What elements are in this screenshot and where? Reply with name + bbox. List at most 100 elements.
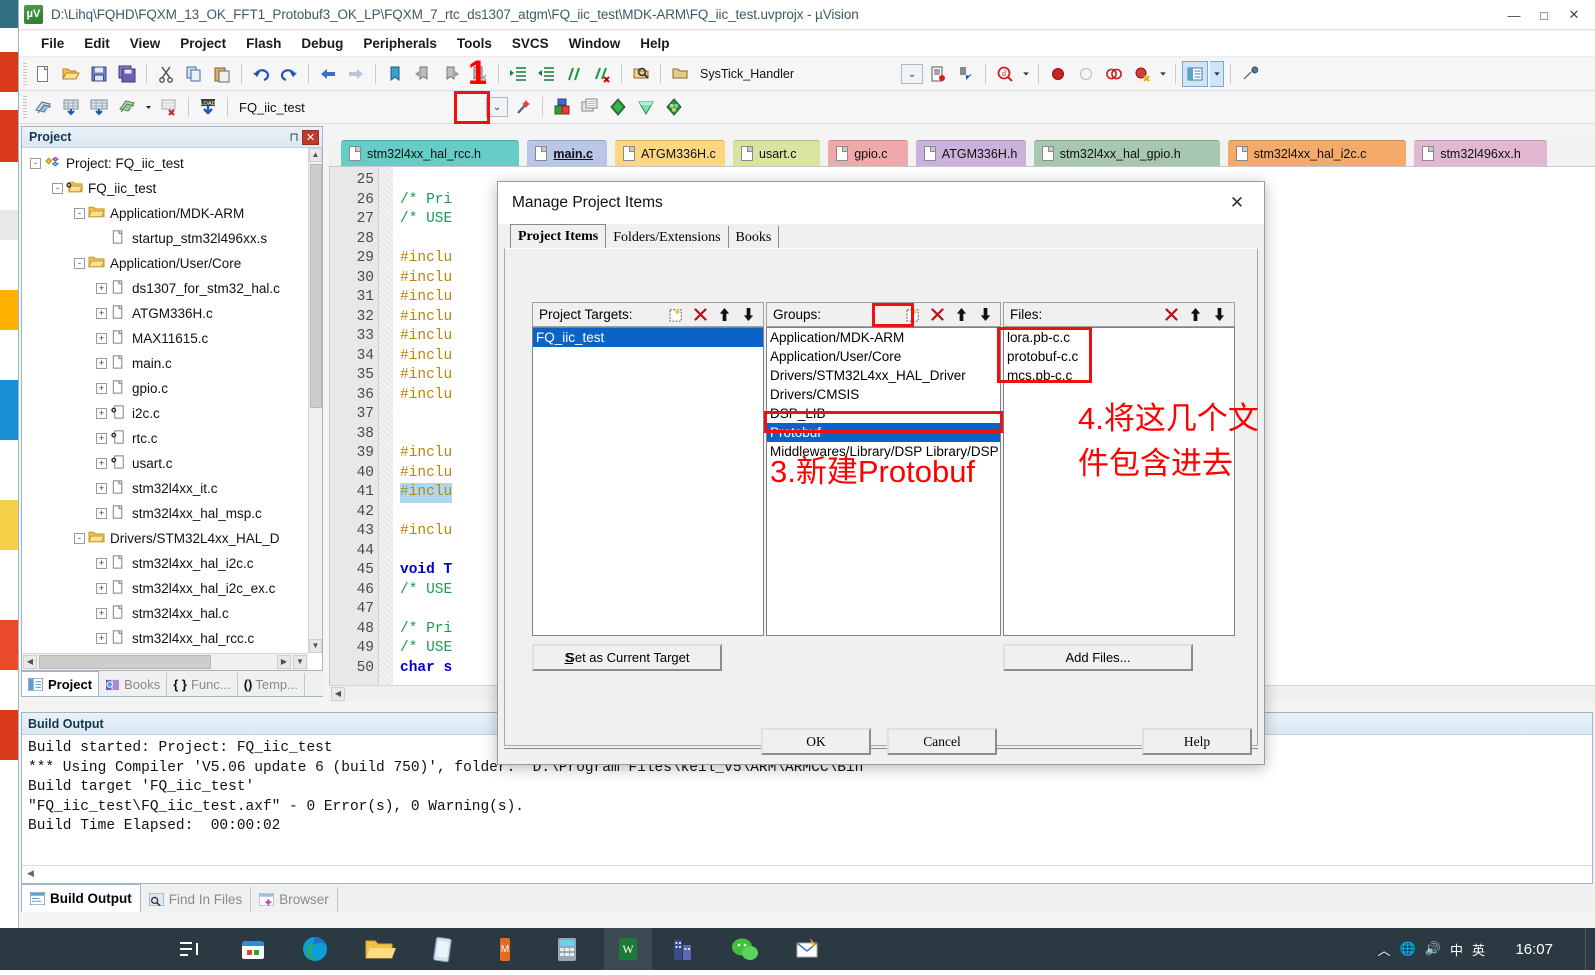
breakpoint-remove-icon[interactable] bbox=[1129, 61, 1155, 87]
breakpoint-dropdown-arrow[interactable] bbox=[1157, 61, 1169, 87]
target-options-icon[interactable] bbox=[549, 94, 575, 120]
tree-item[interactable]: - Project: FQ_iic_test bbox=[22, 151, 308, 176]
new-item-icon[interactable] bbox=[901, 305, 925, 325]
pack-installer-icon[interactable] bbox=[633, 94, 659, 120]
tab-templates[interactable]: () Temp... bbox=[238, 673, 305, 696]
volume-icon[interactable]: 🔊 bbox=[1425, 941, 1441, 957]
build-output-scrollbar[interactable]: ◀ bbox=[22, 865, 1592, 883]
open-window-icon[interactable] bbox=[667, 61, 693, 87]
menu-file[interactable]: File bbox=[31, 34, 74, 53]
project-wizard-icon[interactable] bbox=[510, 94, 536, 120]
list-item[interactable]: mcs.pb-c.c bbox=[1004, 366, 1234, 385]
tree-toggle-icon[interactable]: + bbox=[96, 633, 107, 644]
cut-icon[interactable] bbox=[153, 61, 179, 87]
tab-functions[interactable]: { } Func... bbox=[167, 673, 238, 696]
tree-toggle-icon[interactable]: - bbox=[52, 183, 63, 194]
editor-tab-8[interactable]: stm32l496xx.h bbox=[1414, 140, 1547, 166]
code-line[interactable]: #inclu bbox=[400, 308, 452, 328]
list-item[interactable]: Drivers/CMSIS bbox=[767, 385, 1000, 404]
tree-item[interactable]: + stm32l4xx_it.c bbox=[22, 476, 308, 501]
chinese-ime-icon[interactable]: 中 bbox=[1450, 940, 1463, 959]
tree-toggle-icon[interactable]: + bbox=[96, 433, 107, 444]
tab-browser[interactable]: Browser bbox=[251, 887, 338, 912]
code-line[interactable]: #inclu bbox=[400, 522, 452, 542]
stop-build-icon[interactable] bbox=[156, 94, 182, 120]
code-line[interactable]: /* USE bbox=[400, 210, 452, 230]
project-horizontal-scrollbar[interactable]: ◀ ▶ ▼ bbox=[22, 653, 308, 670]
code-line[interactable]: /* Pri bbox=[400, 620, 452, 640]
find-dropdown-arrow[interactable] bbox=[1020, 61, 1032, 87]
tab-books[interactable]: Books bbox=[729, 226, 780, 249]
list-item[interactable]: DSP_LIB bbox=[767, 404, 1000, 423]
tree-item[interactable]: - Application/User/Core bbox=[22, 251, 308, 276]
tree-toggle-icon[interactable]: + bbox=[96, 283, 107, 294]
delete-icon[interactable] bbox=[925, 305, 949, 325]
tree-toggle-icon[interactable]: + bbox=[96, 608, 107, 619]
close-icon[interactable]: ✕ bbox=[302, 129, 319, 145]
breakpoint-kill-all-icon[interactable] bbox=[1101, 61, 1127, 87]
edge-icon[interactable] bbox=[298, 932, 332, 966]
tree-toggle-icon[interactable]: + bbox=[96, 383, 107, 394]
move-down-icon[interactable] bbox=[1207, 305, 1231, 325]
batch-build-dropdown-arrow[interactable] bbox=[142, 94, 154, 120]
code-line[interactable]: #inclu bbox=[400, 483, 453, 503]
batch-build-icon[interactable] bbox=[114, 94, 140, 120]
configure-icon[interactable] bbox=[1237, 61, 1263, 87]
tree-toggle-icon[interactable]: + bbox=[96, 408, 107, 419]
bookmark-toggle-icon[interactable] bbox=[382, 61, 408, 87]
tree-toggle-icon[interactable]: - bbox=[30, 158, 41, 169]
menu-debug[interactable]: Debug bbox=[291, 34, 353, 53]
code-line[interactable]: #inclu bbox=[400, 269, 452, 289]
breakpoint-disable-icon[interactable] bbox=[1073, 61, 1099, 87]
editor-tab-3[interactable]: usart.c bbox=[733, 140, 821, 166]
menu-view[interactable]: View bbox=[120, 34, 171, 53]
toolbar-grip-2[interactable] bbox=[23, 96, 27, 118]
tree-item[interactable]: + stm32l4xx_hal_i2c.c bbox=[22, 551, 308, 576]
tab-build-output[interactable]: Build Output bbox=[21, 884, 141, 912]
close-button[interactable]: ✕ bbox=[1559, 7, 1589, 23]
project-vertical-scrollbar[interactable]: ▲ ▼ bbox=[308, 148, 322, 653]
tree-item[interactable]: - Drivers/STM32L4xx_HAL_D bbox=[22, 526, 308, 551]
list-item[interactable]: Drivers/STM32L4xx_HAL_Driver bbox=[767, 366, 1000, 385]
open-file-icon[interactable] bbox=[58, 61, 84, 87]
list-item[interactable]: Application/MDK-ARM bbox=[767, 328, 1000, 347]
app-orange-icon[interactable]: M bbox=[488, 932, 522, 966]
code-line[interactable]: #inclu bbox=[400, 249, 452, 269]
tab-project[interactable]: Project bbox=[21, 671, 100, 696]
move-up-icon[interactable] bbox=[949, 305, 973, 325]
save-all-icon[interactable] bbox=[114, 61, 140, 87]
tree-item[interactable]: + rtc.c bbox=[22, 426, 308, 451]
menu-edit[interactable]: Edit bbox=[74, 34, 120, 53]
tree-toggle-icon[interactable]: + bbox=[96, 358, 107, 369]
code-line[interactable]: /* USE bbox=[400, 639, 452, 659]
tree-item[interactable]: + i2c.c bbox=[22, 401, 308, 426]
tree-item[interactable]: + ATGM336H.c bbox=[22, 301, 308, 326]
code-line[interactable]: /* Pri bbox=[400, 191, 452, 211]
tree-item[interactable]: + stm32l4xx_hal_msp.c bbox=[22, 501, 308, 526]
tree-item[interactable]: - Application/MDK-ARM bbox=[22, 201, 308, 226]
manage-runtime-env-icon[interactable] bbox=[661, 94, 687, 120]
code-line[interactable]: #inclu bbox=[400, 464, 452, 484]
tree-toggle-icon[interactable]: + bbox=[96, 308, 107, 319]
manage-project-items-icon[interactable] bbox=[577, 94, 603, 120]
cancel-button[interactable]: Cancel bbox=[887, 728, 997, 755]
file-explorer-icon[interactable] bbox=[362, 932, 396, 966]
copy-icon[interactable] bbox=[181, 61, 207, 87]
list-item[interactable]: Application/User/Core bbox=[767, 347, 1000, 366]
scroll-up-arrow[interactable]: ▲ bbox=[309, 148, 322, 162]
wps-writer-icon[interactable]: W bbox=[604, 928, 652, 970]
code-line[interactable]: #inclu bbox=[400, 327, 452, 347]
show-desktop-button[interactable] bbox=[1585, 928, 1595, 970]
save-icon[interactable] bbox=[86, 61, 112, 87]
list-item[interactable]: protobuf-c.c bbox=[1004, 347, 1234, 366]
uncomment-icon[interactable] bbox=[589, 61, 615, 87]
list-item[interactable]: lora.pb-c.c bbox=[1004, 328, 1234, 347]
editor-scroll-left-arrow[interactable]: ◀ bbox=[331, 687, 345, 701]
outdent-icon[interactable] bbox=[533, 61, 559, 87]
undo-icon[interactable] bbox=[248, 61, 274, 87]
menu-help[interactable]: Help bbox=[630, 34, 679, 53]
editor-tab-2[interactable]: ATGM336H.c bbox=[615, 140, 725, 166]
tab-folders-extensions[interactable]: Folders/Extensions bbox=[606, 226, 729, 249]
find-in-files-icon[interactable] bbox=[628, 61, 654, 87]
taskbar-clock[interactable]: 16:07 bbox=[1515, 928, 1553, 970]
